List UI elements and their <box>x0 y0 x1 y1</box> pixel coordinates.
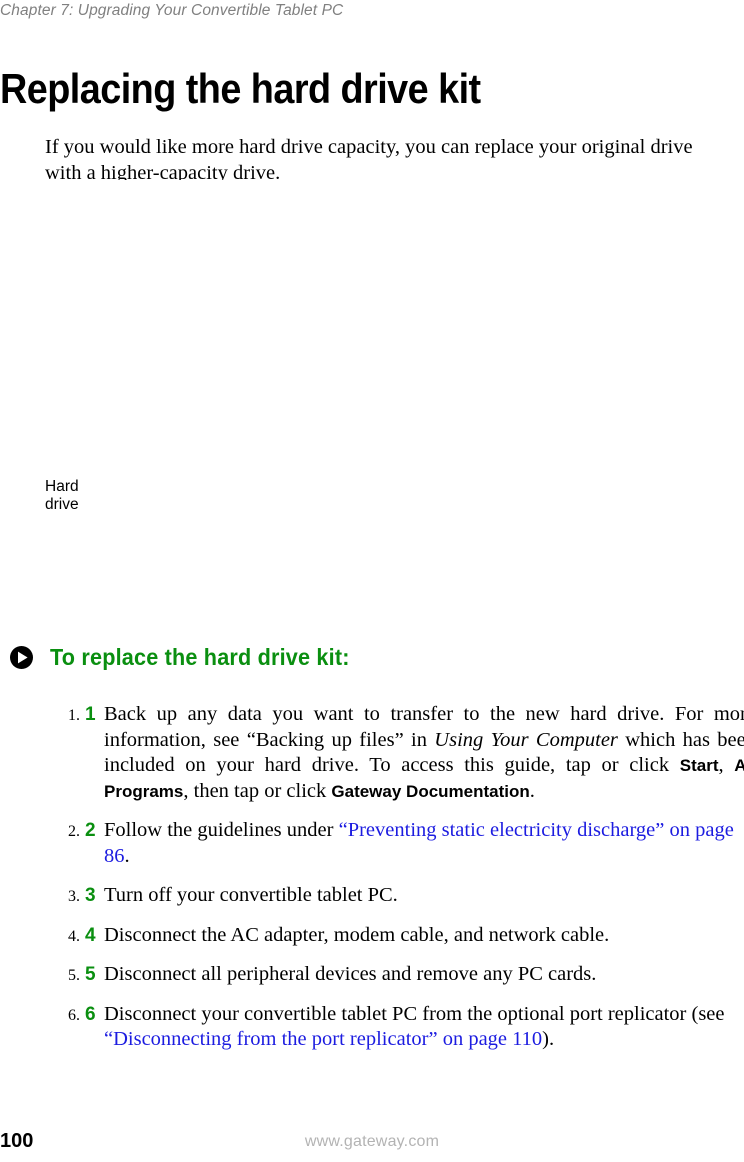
ui-label: Start <box>679 756 719 775</box>
step-text-run: Disconnect all peripheral devices and re… <box>104 963 597 985</box>
ui-label: Gateway Documentation <box>331 781 530 801</box>
document-page: Chapter 7: Upgrading Your Convertible Ta… <box>0 0 744 1162</box>
intro-paragraph: If you would like more hard drive capaci… <box>45 135 693 184</box>
step-text-run: Turn off your convertible tablet PC. <box>104 884 398 906</box>
step-number: 6 <box>85 1003 96 1025</box>
hard-drive-illustration <box>45 180 705 610</box>
step-text-run: , then tap or click <box>183 779 332 802</box>
step-text-run: , <box>718 754 735 776</box>
step-text-run: Disconnect your convertible tablet PC fr… <box>104 1002 725 1025</box>
procedure-step: 2 Follow the guidelines under “Preventing… <box>84 818 744 869</box>
running-head: Chapter 7: Upgrading Your Convertible Ta… <box>0 2 344 19</box>
step-text-run: ). <box>542 1028 555 1050</box>
step-text-run: . <box>124 844 130 867</box>
step-number: 3 <box>85 885 96 906</box>
step-text: Disconnect all peripheral devices and re… <box>104 962 744 988</box>
step-number: 2 <box>85 820 96 841</box>
procedure-step: 6 Disconnect your convertible tablet PC f… <box>84 1002 744 1053</box>
footer-url: www.gateway.com <box>304 1133 440 1150</box>
step-number: 5 <box>85 964 96 985</box>
step-text-run: Follow the guidelines under <box>104 819 339 841</box>
step-text-run: Disconnect the AC adapter, modem cable, … <box>104 923 610 946</box>
step-text: Disconnect the AC adapter, modem cable, … <box>104 923 744 949</box>
procedure-step: 5 Disconnect all peripheral devices and r… <box>84 962 744 988</box>
procedure-step: 1 Back up any data you want to transfer t… <box>84 702 744 804</box>
step-number: 4 <box>85 924 96 946</box>
callout-label-hard-drive: Hard drive <box>45 478 79 513</box>
step-text: Follow the guidelines under “Preventing … <box>104 818 744 869</box>
step-text: Disconnect your convertible tablet PC fr… <box>104 1002 744 1053</box>
step-text: Back up any data you want to transfer to… <box>104 702 744 804</box>
play-triangle-icon <box>10 646 33 669</box>
procedure-heading-text: To replace the hard drive kit: <box>50 644 350 670</box>
step-text: Turn off your convertible tablet PC. <box>104 883 744 909</box>
procedure-steps-list: 1 Back up any data you want to transfer t… <box>44 702 744 1053</box>
procedure-step: 3 Turn off your convertible tablet PC. <box>84 883 744 909</box>
cross-reference-link[interactable]: “Disconnecting from the port replicator”… <box>104 1028 542 1050</box>
page-title: Replacing the hard drive kit <box>0 65 481 113</box>
step-number: 1 <box>85 704 96 725</box>
book-title-reference: Using Your Computer <box>434 728 618 751</box>
step-text-run: . <box>529 779 535 802</box>
page-footer: 100 www.gateway.com <box>0 1128 744 1158</box>
procedure-step: 4 Disconnect the AC adapter, modem cable,… <box>84 923 744 949</box>
procedure-heading: To replace the hard drive kit: <box>8 643 708 673</box>
